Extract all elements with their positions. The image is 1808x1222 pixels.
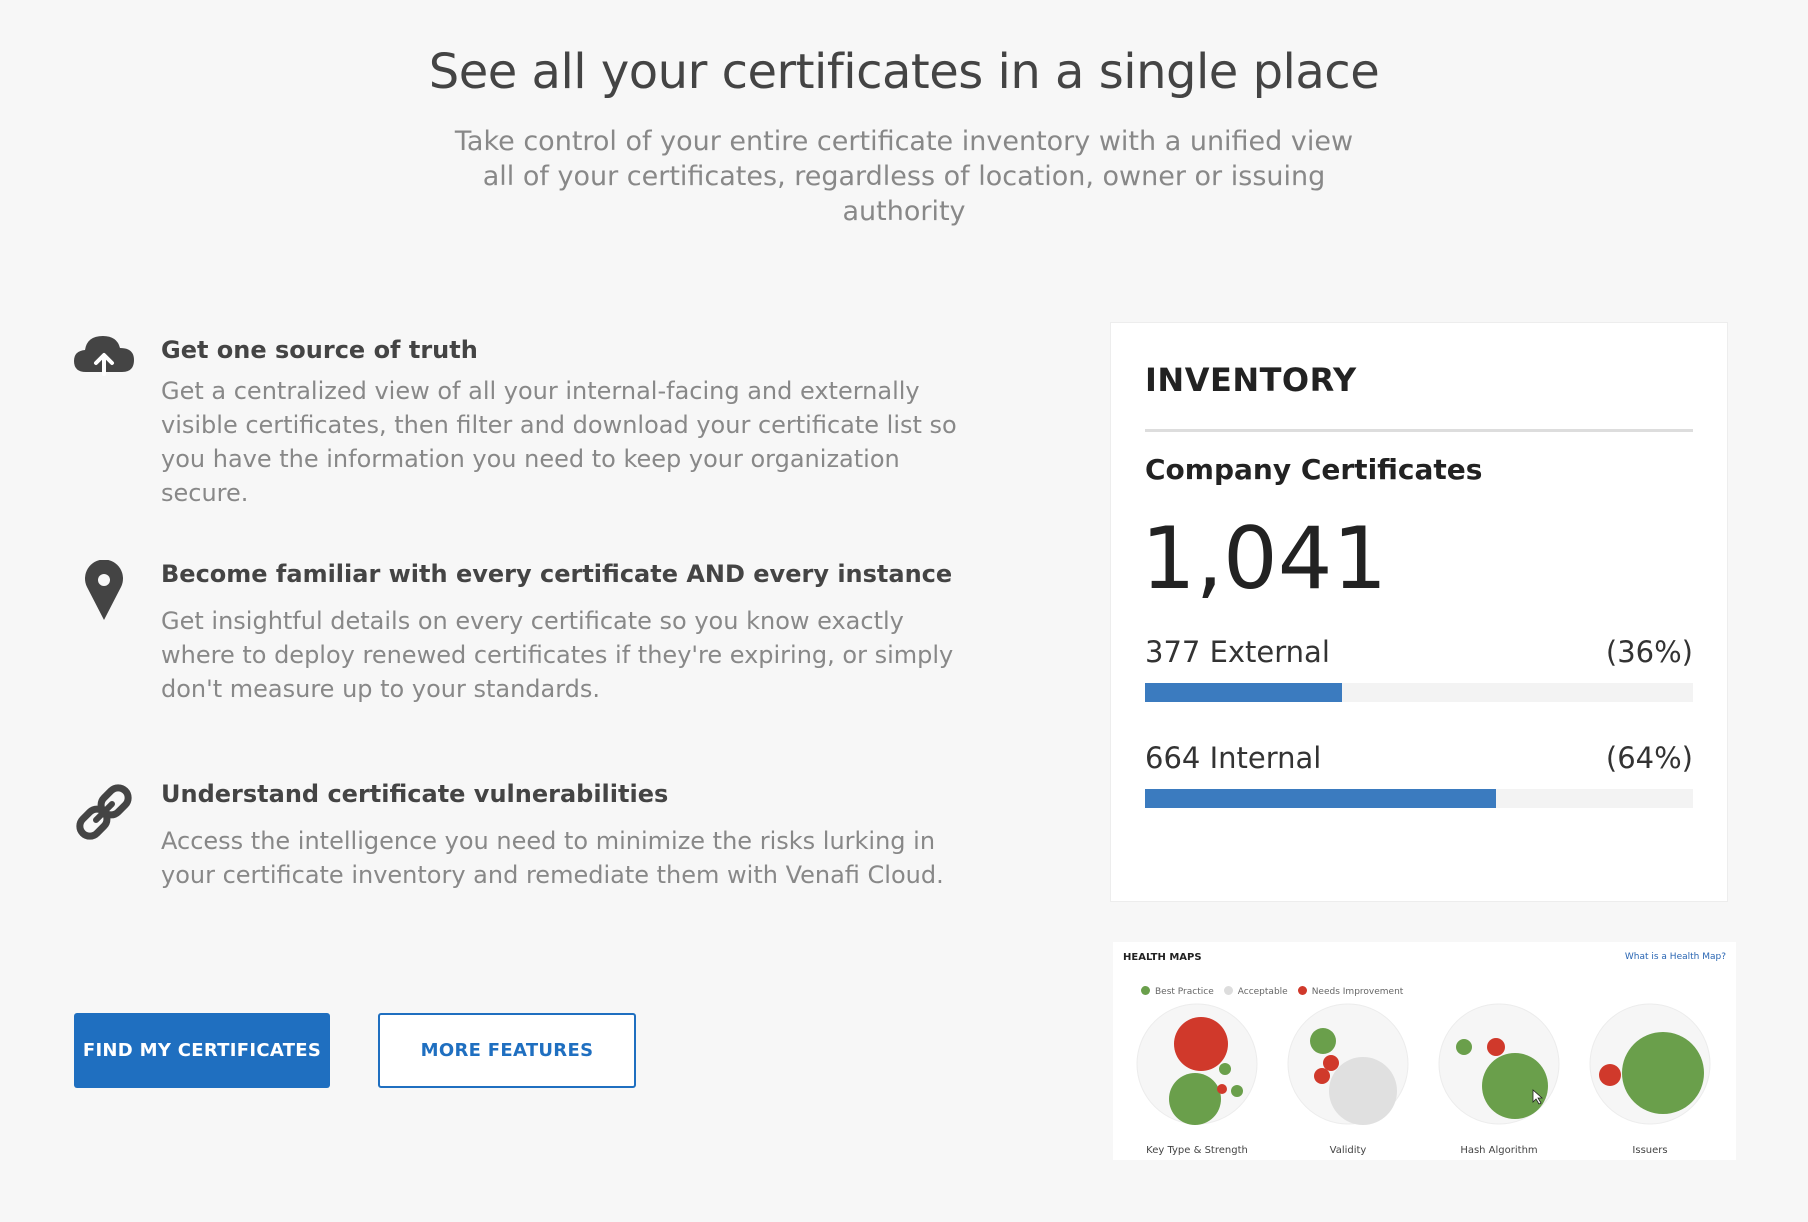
feature-title: Understand certificate vulnerabilities [161,780,669,808]
health-maps-graphic: Key Type & Strength Validity Hash Algori… [1136,1003,1711,1156]
health-map-hash-algorithm[interactable]: Hash Algorithm [1438,1003,1560,1156]
health-map-label: Key Type & Strength [1146,1145,1248,1156]
page-title: See all your certificates in a single pl… [428,44,1380,100]
cloud-upload-icon [72,336,136,400]
health-map-label: Validity [1330,1145,1367,1156]
feature-body: Access the intelligence you need to mini… [161,827,944,889]
inventory-subtitle: Company Certificates [1145,453,1483,486]
divider [1145,429,1693,432]
feature-title: Become familiar with every certificate A… [161,560,953,588]
health-maps-title: HEALTH MAPS [1123,952,1202,963]
internal-percent: (64%) [1605,741,1693,775]
inventory-title: INVENTORY [1145,361,1357,399]
feature-vulnerabilities: Understand certificate vulnerabilities A… [72,780,972,900]
external-progress-track [1145,683,1693,702]
legend-item-acceptable: Acceptable [1223,986,1288,997]
internal-progress-track [1145,789,1693,808]
health-map-help-link[interactable]: What is a Health Map? [1625,952,1726,962]
health-map-validity[interactable]: Validity [1287,1003,1409,1156]
health-maps-card: HEALTH MAPS What is a Health Map? Best P… [1113,942,1736,1160]
health-map-key-type[interactable]: Key Type & Strength [1136,1003,1258,1156]
internal-progress-fill [1145,789,1496,808]
feature-every-instance: Become familiar with every certificate A… [72,560,972,703]
feature-body: Get a centralized view of all your inter… [161,377,957,507]
health-maps-legend: Best Practice Acceptable Needs Improveme… [1141,986,1403,997]
page-subtitle: Take control of your entire certificate … [454,126,1354,227]
more-features-button[interactable]: MORE FEATURES [378,1013,636,1088]
feature-title: Get one source of truth [161,336,478,364]
feature-source-of-truth: Get one source of truth Get a centralize… [72,336,972,507]
external-progress-fill [1145,683,1343,702]
health-map-label: Hash Algorithm [1460,1145,1537,1156]
health-map-issuers[interactable]: Issuers [1589,1003,1711,1156]
internal-row: 664 Internal (64%) [1145,741,1693,811]
feature-body: Get insightful details on every certific… [161,607,954,703]
certificate-total: 1,041 [1141,509,1388,609]
map-pin-icon [72,560,136,624]
link-icon [72,780,136,844]
legend-item-needs-improvement: Needs Improvement [1297,986,1403,997]
external-label: 377 External [1145,635,1330,669]
inventory-card: INVENTORY Company Certificates 1,041 377… [1110,322,1728,902]
find-my-certificates-button[interactable]: FIND MY CERTIFICATES [74,1013,330,1088]
health-map-label: Issuers [1632,1145,1667,1156]
legend-item-best-practice: Best Practice [1141,986,1214,997]
internal-label: 664 Internal [1145,741,1322,775]
external-percent: (36%) [1605,635,1693,669]
external-row: 377 External (36%) [1145,635,1693,705]
